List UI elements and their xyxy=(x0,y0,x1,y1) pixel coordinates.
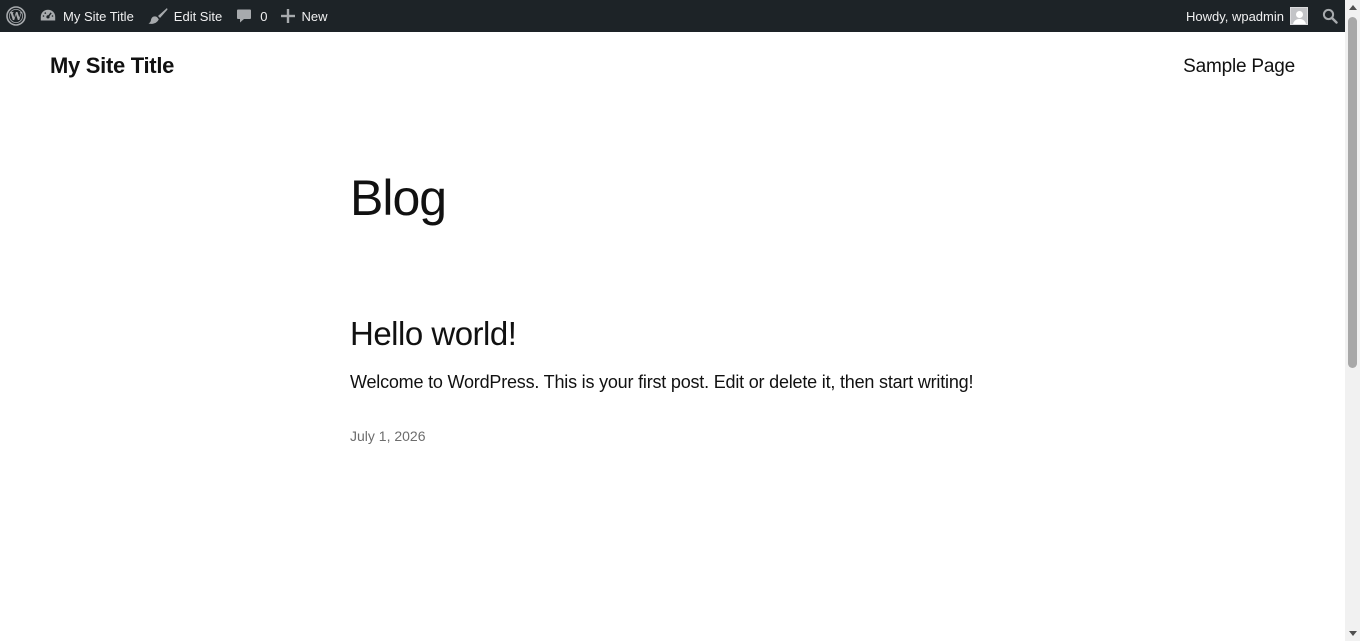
admin-bar-new-content[interactable]: New xyxy=(274,0,334,32)
brush-icon xyxy=(148,7,168,25)
admin-bar-left: W My Site Title Edit Site 0 New xyxy=(0,0,334,32)
dashboard-icon xyxy=(39,7,57,25)
page-title: Blog xyxy=(350,170,447,226)
avatar xyxy=(1290,7,1308,25)
plus-icon xyxy=(281,9,296,23)
admin-bar-my-account[interactable]: Howdy, wpadmin xyxy=(1179,0,1316,32)
admin-bar-comments[interactable]: 0 xyxy=(229,0,274,32)
post-excerpt: Welcome to WordPress. This is your first… xyxy=(350,372,974,392)
nav-item-sample-page[interactable]: Sample Page xyxy=(1183,56,1295,78)
scrollbar-thumb[interactable] xyxy=(1348,17,1357,368)
svg-text:W: W xyxy=(9,10,23,23)
admin-bar-edit-site[interactable]: Edit Site xyxy=(141,0,229,32)
vertical-scrollbar[interactable] xyxy=(1345,0,1360,641)
post-title[interactable]: Hello world! xyxy=(350,315,517,353)
admin-bar-site-name[interactable]: My Site Title xyxy=(32,0,141,32)
admin-bar-edit-site-label: Edit Site xyxy=(173,8,223,24)
admin-bar: W My Site Title Edit Site 0 New Howdy, w… xyxy=(0,0,1360,32)
comment-bubble-icon xyxy=(236,8,252,24)
howdy-text: Howdy, wpadmin xyxy=(1185,8,1284,24)
admin-bar-site-name-label: My Site Title xyxy=(63,8,134,24)
admin-bar-new-label: New xyxy=(301,8,328,24)
scroll-down-arrow-icon[interactable] xyxy=(1345,626,1360,641)
site-title[interactable]: My Site Title xyxy=(50,53,174,79)
search-icon xyxy=(1322,8,1338,24)
wordpress-logo-menu[interactable]: W xyxy=(0,0,32,32)
admin-bar-right: Howdy, wpadmin xyxy=(1179,0,1360,32)
scroll-up-arrow-icon[interactable] xyxy=(1345,0,1360,15)
post-date[interactable]: July 1, 2026 xyxy=(350,428,426,444)
comments-count: 0 xyxy=(260,8,268,24)
wordpress-logo-icon: W xyxy=(6,6,26,26)
